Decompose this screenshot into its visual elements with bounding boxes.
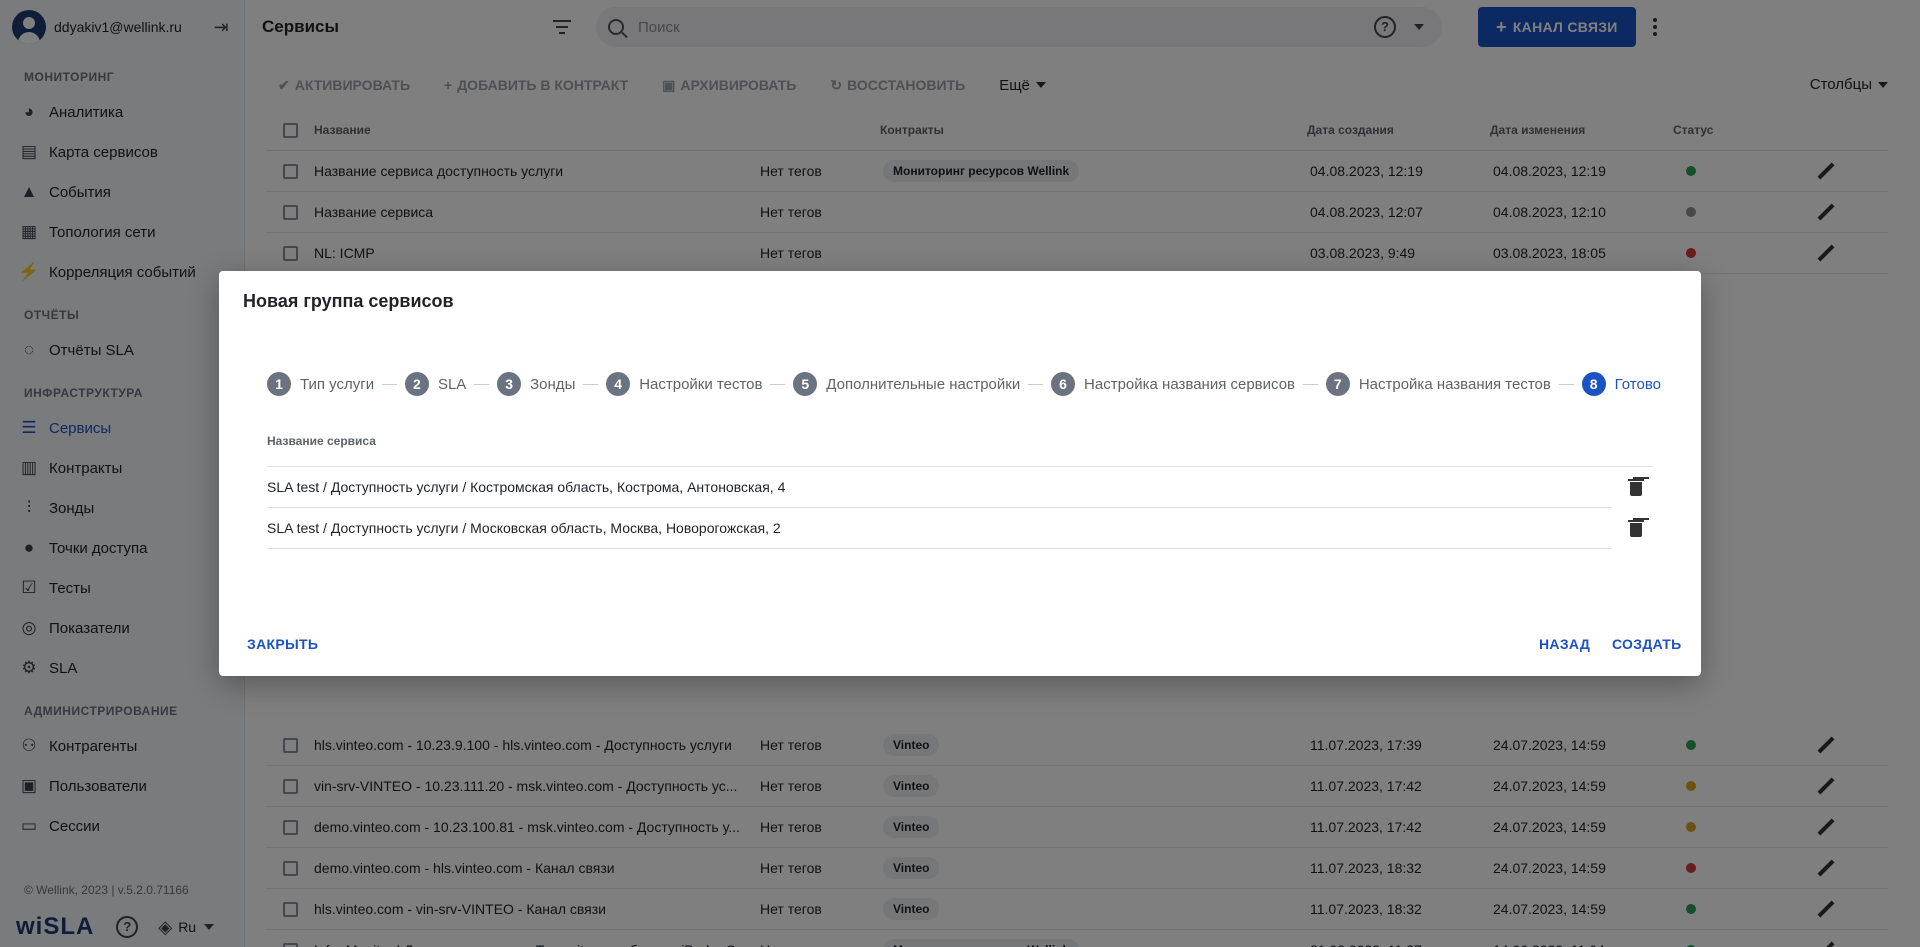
step-label: Зонды: [530, 375, 576, 393]
back-button[interactable]: НАЗАД: [1539, 636, 1590, 652]
step-2: 2 SLA: [404, 372, 467, 396]
step-label: Тип услуги: [300, 375, 375, 393]
create-button[interactable]: СОЗДАТЬ: [1612, 636, 1682, 652]
step-number: 8: [1581, 372, 1606, 396]
delete-icon[interactable]: [1628, 519, 1644, 537]
step-label: Настройки тестов: [639, 375, 763, 393]
step-connector: [1303, 383, 1318, 385]
step-number: 4: [606, 372, 631, 396]
service-list-item: SLA test / Доступность услуги / Костромс…: [267, 467, 1644, 508]
step-number: 2: [404, 372, 429, 396]
step-label: Настройка названия сервисов: [1084, 375, 1295, 393]
step-8: 8 Готово: [1581, 372, 1661, 396]
step-label: Настройка названия тестов: [1358, 375, 1551, 393]
step-number: 5: [793, 372, 818, 396]
step-connector: [1028, 383, 1044, 385]
services-header: Название сервиса: [267, 434, 376, 448]
services-list: SLA test / Доступность услуги / Костромс…: [267, 466, 1653, 549]
step-3: 3 Зонды: [497, 372, 575, 396]
step-5: 5 Дополнительные настройки: [793, 372, 1020, 396]
service-list-name: SLA test / Доступность услуги / Московск…: [267, 520, 781, 536]
step-4: 4 Настройки тестов: [606, 372, 762, 396]
step-label: Дополнительные настройки: [826, 375, 1021, 393]
dialog-title: Новая группа сервисов: [243, 291, 454, 311]
step-7: 7 Настройка названия тестов: [1325, 372, 1551, 396]
step-label: Готово: [1614, 375, 1661, 393]
step-number: 7: [1325, 372, 1350, 396]
step-number: 6: [1051, 372, 1076, 396]
step-connector: [474, 383, 490, 385]
step-number: 1: [267, 372, 291, 396]
stepper: 1 Тип услуги 2 SLA 3 Зонды 4 Настройки тестов 5 Д…: [267, 371, 1661, 397]
step-connector: [1558, 383, 1574, 385]
step-connector: [583, 383, 599, 385]
delete-icon[interactable]: [1628, 478, 1644, 496]
close-button[interactable]: ЗАКРЫТЬ: [247, 636, 318, 652]
step-6: 6 Настройка названия сервисов: [1051, 372, 1295, 396]
step-number: 3: [497, 372, 522, 396]
step-1: 1 Тип услуги: [267, 372, 374, 396]
step-connector: [382, 383, 397, 385]
step-connector: [770, 383, 786, 385]
step-label: SLA: [437, 375, 467, 393]
new-service-group-dialog: Новая группа сервисов 1 Тип услуги 2 SLA 3 Зо…: [219, 271, 1701, 676]
service-list-name: SLA test / Доступность услуги / Костромс…: [267, 479, 786, 495]
service-list-item: SLA test / Доступность услуги / Московск…: [267, 508, 1644, 549]
